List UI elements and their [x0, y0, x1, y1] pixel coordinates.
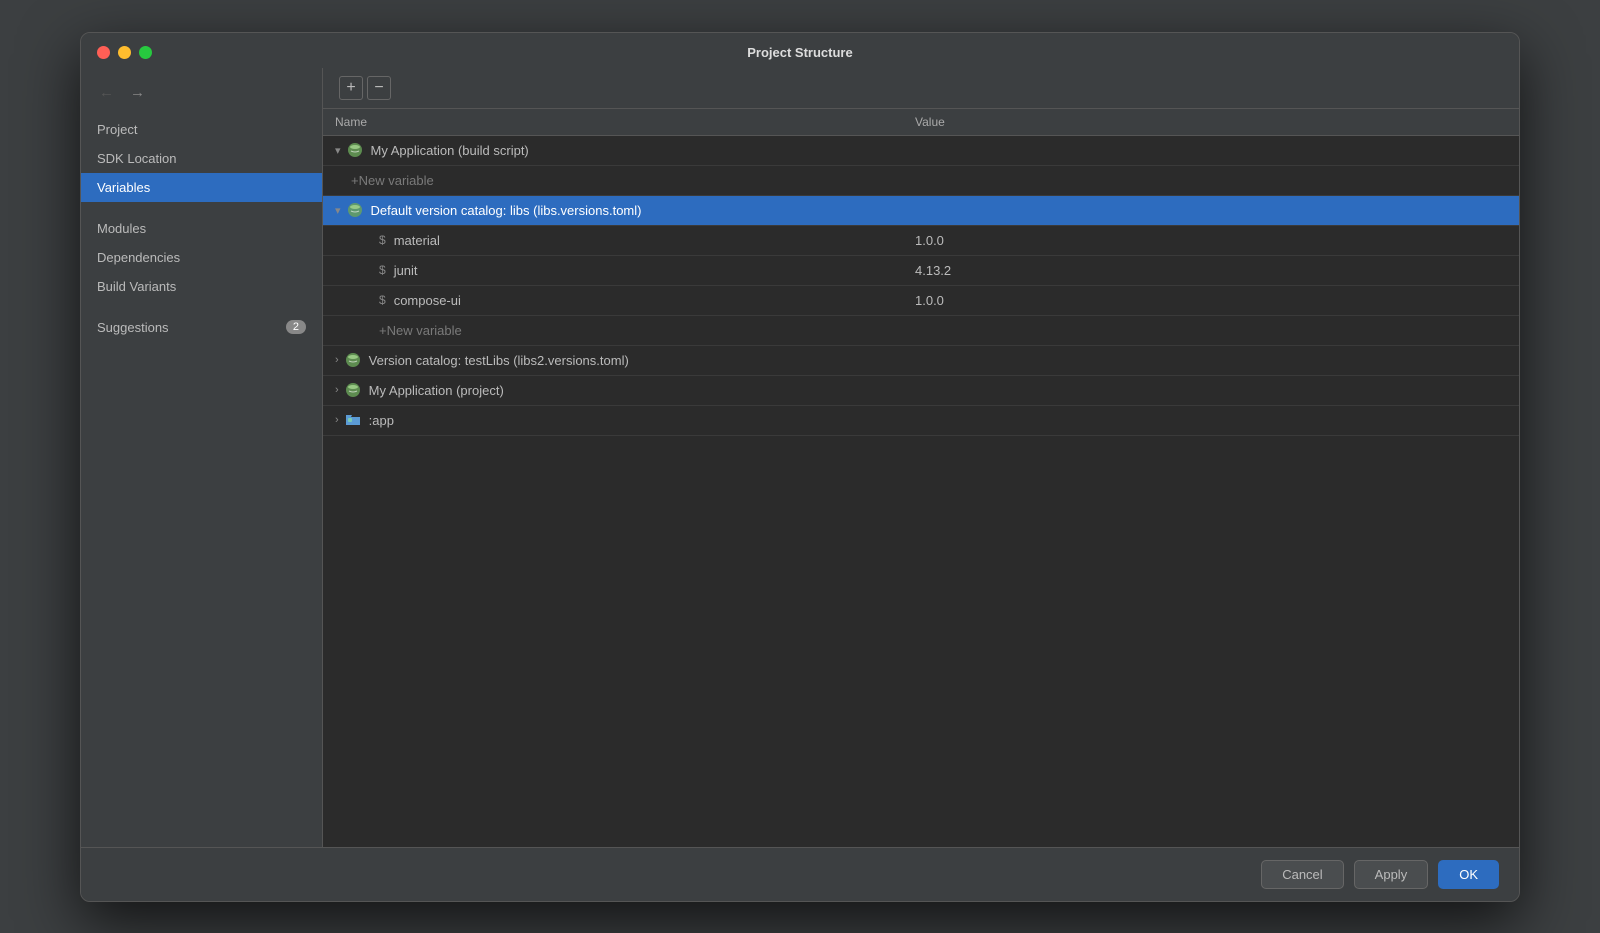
cell-name: › Version catalog: testLibs (libs2.versi… — [323, 352, 903, 368]
table-row[interactable]: $ compose-ui 1.0.0 — [323, 286, 1519, 316]
apply-button[interactable]: Apply — [1354, 860, 1429, 889]
table-header: Name Value — [323, 109, 1519, 136]
table-row[interactable]: ▾ My Application (build script) — [323, 136, 1519, 166]
maximize-button[interactable] — [139, 46, 152, 59]
expand-icon[interactable]: ▾ — [335, 204, 341, 217]
row-label: compose-ui — [394, 293, 461, 308]
cell-value: 1.0.0 — [903, 233, 1519, 248]
cell-value: 1.0.0 — [903, 293, 1519, 308]
dollar-icon: $ — [379, 263, 386, 277]
dollar-icon: $ — [379, 233, 386, 247]
row-label: material — [394, 233, 440, 248]
cell-name: +New variable — [323, 323, 903, 338]
cell-name: $ material — [323, 233, 903, 248]
row-label: Version catalog: testLibs (libs2.version… — [369, 353, 629, 368]
back-button[interactable]: ← — [95, 82, 118, 103]
sidebar-item-modules[interactable]: Modules — [81, 214, 322, 243]
table-row[interactable]: › :app — [323, 406, 1519, 436]
sidebar-item-project[interactable]: Project — [81, 115, 322, 144]
sidebar-item-dependencies[interactable]: Dependencies — [81, 243, 322, 272]
sidebar-item-label: Build Variants — [97, 279, 176, 294]
window-controls — [97, 46, 152, 59]
table-row[interactable]: +New variable — [323, 316, 1519, 346]
gradle-icon — [345, 352, 361, 368]
table-row[interactable]: +New variable — [323, 166, 1519, 196]
row-label: junit — [394, 263, 418, 278]
table-row[interactable]: › Version catalog: testLibs (libs2.versi… — [323, 346, 1519, 376]
cancel-button[interactable]: Cancel — [1261, 860, 1343, 889]
row-label: Default version catalog: libs (libs.vers… — [371, 203, 642, 218]
cell-name: $ junit — [323, 263, 903, 278]
cell-name: › My Application (project) — [323, 382, 903, 398]
cell-value: 4.13.2 — [903, 263, 1519, 278]
remove-button[interactable]: − — [367, 76, 391, 100]
row-label: My Application (build script) — [371, 143, 529, 158]
cell-name: $ compose-ui — [323, 293, 903, 308]
table-row[interactable]: ▾ Default version catalog: libs (libs.ve… — [323, 196, 1519, 226]
gradle-icon — [345, 382, 361, 398]
sidebar-item-variables[interactable]: Variables — [81, 173, 322, 202]
ok-button[interactable]: OK — [1438, 860, 1499, 889]
table-row[interactable]: $ junit 4.13.2 — [323, 256, 1519, 286]
footer: Cancel Apply OK — [81, 847, 1519, 901]
table-row[interactable]: › My Application (project) — [323, 376, 1519, 406]
sidebar-gap-2 — [81, 301, 322, 313]
minimize-button[interactable] — [118, 46, 131, 59]
table-body: ▾ My Application (build script) +New var… — [323, 136, 1519, 847]
expand-icon[interactable]: ▾ — [335, 144, 341, 157]
project-structure-dialog: Project Structure ← → Project SDK Locati… — [80, 32, 1520, 902]
sidebar: ← → Project SDK Location Variables Modul… — [81, 68, 323, 847]
gradle-icon — [347, 202, 363, 218]
expand-icon[interactable]: › — [335, 384, 339, 396]
table-row[interactable]: $ material 1.0.0 — [323, 226, 1519, 256]
close-button[interactable] — [97, 46, 110, 59]
sidebar-item-label: Modules — [97, 221, 146, 236]
main-content: ← → Project SDK Location Variables Modul… — [81, 68, 1519, 847]
header-value: Value — [903, 109, 1519, 135]
sidebar-item-build-variants[interactable]: Build Variants — [81, 272, 322, 301]
toolbar: + − — [323, 68, 1519, 109]
folder-icon — [345, 412, 361, 428]
sidebar-gap — [81, 202, 322, 214]
new-variable-link[interactable]: +New variable — [379, 323, 462, 338]
sidebar-item-label: Suggestions — [97, 320, 169, 335]
sidebar-item-label: Project — [97, 122, 137, 137]
new-variable-link[interactable]: +New variable — [351, 173, 434, 188]
cell-name: +New variable — [323, 173, 903, 188]
row-label: My Application (project) — [369, 383, 504, 398]
expand-icon[interactable]: › — [335, 354, 339, 366]
sidebar-item-label: Variables — [97, 180, 150, 195]
sidebar-item-label: SDK Location — [97, 151, 177, 166]
sidebar-item-sdk-location[interactable]: SDK Location — [81, 144, 322, 173]
gradle-icon — [347, 142, 363, 158]
cell-name: ▾ My Application (build script) — [323, 142, 903, 158]
suggestions-badge: 2 — [286, 320, 306, 334]
sidebar-item-suggestions[interactable]: Suggestions 2 — [81, 313, 322, 342]
content-area: + − Name Value ▾ — [323, 68, 1519, 847]
header-name: Name — [323, 109, 903, 135]
expand-icon[interactable]: › — [335, 414, 339, 426]
row-label: :app — [369, 413, 394, 428]
forward-button[interactable]: → — [126, 82, 149, 103]
add-button[interactable]: + — [339, 76, 363, 100]
dollar-icon: $ — [379, 293, 386, 307]
sidebar-item-label: Dependencies — [97, 250, 180, 265]
nav-controls: ← → — [81, 76, 322, 115]
cell-name: › :app — [323, 412, 903, 428]
title-bar: Project Structure — [81, 33, 1519, 68]
dialog-title: Project Structure — [747, 45, 852, 60]
cell-name: ▾ Default version catalog: libs (libs.ve… — [323, 202, 903, 218]
